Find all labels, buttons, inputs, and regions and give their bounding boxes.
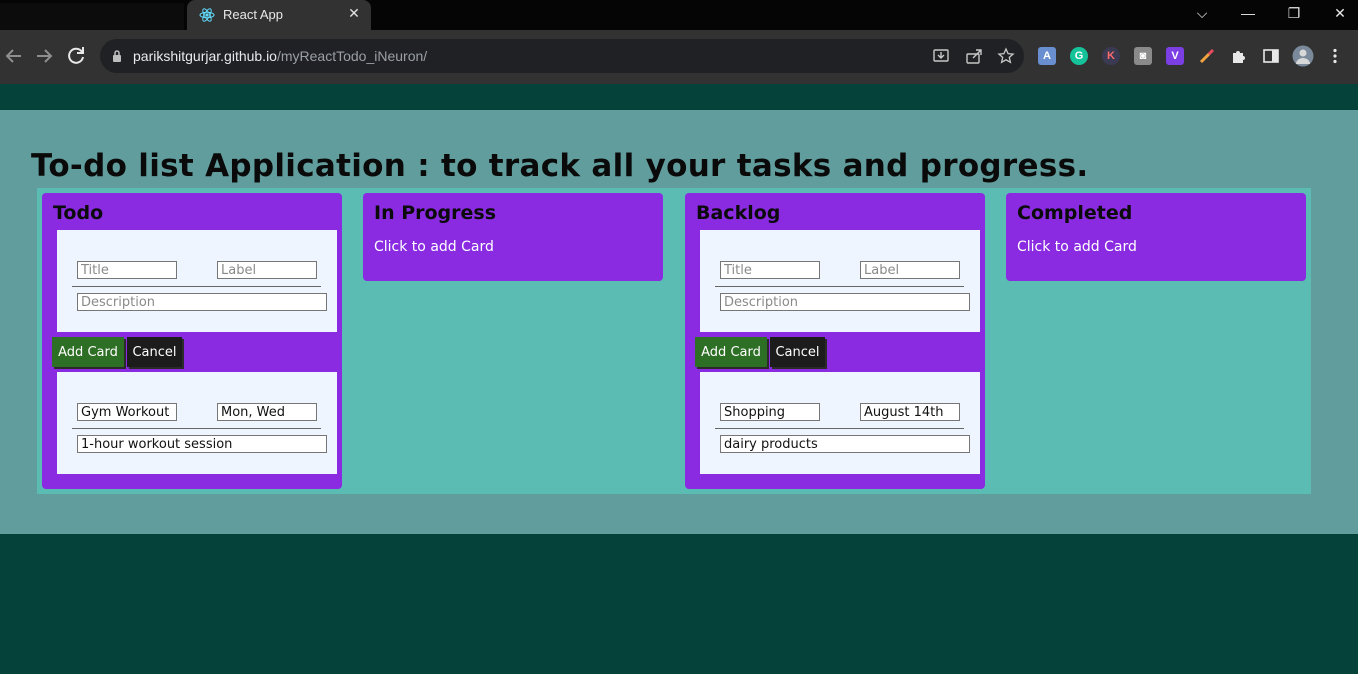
extension-v-icon[interactable]: V — [1166, 47, 1184, 65]
add-card-button[interactable]: Add Card — [52, 337, 124, 367]
label-input[interactable] — [217, 261, 317, 279]
share-icon[interactable] — [965, 47, 983, 65]
tab-previous[interactable] — [0, 3, 184, 30]
react-icon — [199, 8, 215, 22]
card-label-field[interactable] — [860, 403, 960, 421]
column-title: In Progress — [374, 202, 497, 224]
card-description-field[interactable] — [77, 435, 327, 453]
menu-kebab-icon[interactable] — [1326, 47, 1344, 65]
card-divider — [715, 428, 964, 429]
extension-k-icon[interactable]: K — [1102, 47, 1120, 65]
cancel-button[interactable]: Cancel — [770, 337, 825, 367]
forward-icon[interactable] — [32, 44, 56, 68]
label-input[interactable] — [860, 261, 960, 279]
task-card — [57, 372, 337, 474]
install-app-icon[interactable] — [932, 47, 950, 65]
address-bar[interactable]: parikshitgurjar.github.io/myReactTodo_iN… — [100, 39, 1024, 73]
title-input[interactable] — [720, 261, 820, 279]
add-card-button[interactable]: Add Card — [695, 337, 767, 367]
description-input[interactable] — [77, 293, 327, 311]
tab-title: React App — [223, 7, 283, 22]
tab-react-app[interactable]: React App ✕ — [187, 0, 371, 30]
lock-icon[interactable] — [112, 49, 122, 63]
tab-search-icon[interactable]: ⌵ — [1180, 0, 1224, 28]
back-icon[interactable] — [2, 44, 26, 68]
column-backlog: Backlog Add Card Cancel — [685, 193, 985, 489]
card-label-field[interactable] — [217, 403, 317, 421]
add-card-link[interactable]: Click to add Card — [1017, 239, 1137, 255]
extensions-puzzle-icon[interactable] — [1230, 47, 1248, 65]
url-text[interactable]: parikshitgurjar.github.io/myReactTodo_iN… — [133, 48, 427, 64]
cancel-button[interactable]: Cancel — [127, 337, 182, 367]
description-input[interactable] — [720, 293, 970, 311]
card-divider — [72, 286, 321, 287]
minimize-icon[interactable]: — — [1226, 0, 1270, 28]
column-title: Completed — [1017, 202, 1133, 224]
card-title-field[interactable] — [77, 403, 177, 421]
card-title-field[interactable] — [720, 403, 820, 421]
card-divider — [715, 286, 964, 287]
card-description-field[interactable] — [720, 435, 970, 453]
column-title: Backlog — [696, 202, 781, 224]
color-picker-icon[interactable] — [1198, 47, 1216, 65]
page-footer-area — [0, 534, 1358, 674]
bookmark-star-icon[interactable] — [997, 47, 1015, 65]
browser-toolbar: parikshitgurjar.github.io/myReactTodo_iN… — [0, 30, 1358, 140]
title-input[interactable] — [77, 261, 177, 279]
column-completed: Completed Click to add Card — [1006, 193, 1306, 281]
url-path: /myReactTodo_iNeuron/ — [276, 48, 428, 64]
url-host: parikshitgurjar.github.io — [133, 48, 277, 64]
extension-a-icon[interactable]: A — [1038, 47, 1056, 65]
task-card — [700, 372, 980, 474]
extension-screenshot-icon[interactable]: ◙ — [1134, 47, 1152, 65]
reload-icon[interactable] — [64, 44, 88, 68]
add-card-link[interactable]: Click to add Card — [374, 239, 494, 255]
side-panel-icon[interactable] — [1262, 47, 1280, 65]
restore-icon[interactable]: ❐ — [1272, 0, 1316, 28]
column-title: Todo — [53, 202, 104, 224]
add-card-form — [700, 230, 980, 332]
column-todo: Todo Add Card Cancel — [42, 193, 342, 489]
grammarly-icon[interactable]: G — [1070, 47, 1088, 65]
add-card-form — [57, 230, 337, 332]
profile-avatar[interactable] — [1292, 45, 1314, 67]
card-divider — [72, 428, 321, 429]
tab-strip: React App ✕ ⌵ — ❐ ✕ — [0, 0, 1358, 30]
window-close-icon[interactable]: ✕ — [1318, 0, 1358, 28]
tab-close-icon[interactable]: ✕ — [345, 4, 363, 22]
column-in-progress: In Progress Click to add Card — [363, 193, 663, 281]
page-title: To-do list Application : to track all yo… — [31, 148, 1089, 184]
